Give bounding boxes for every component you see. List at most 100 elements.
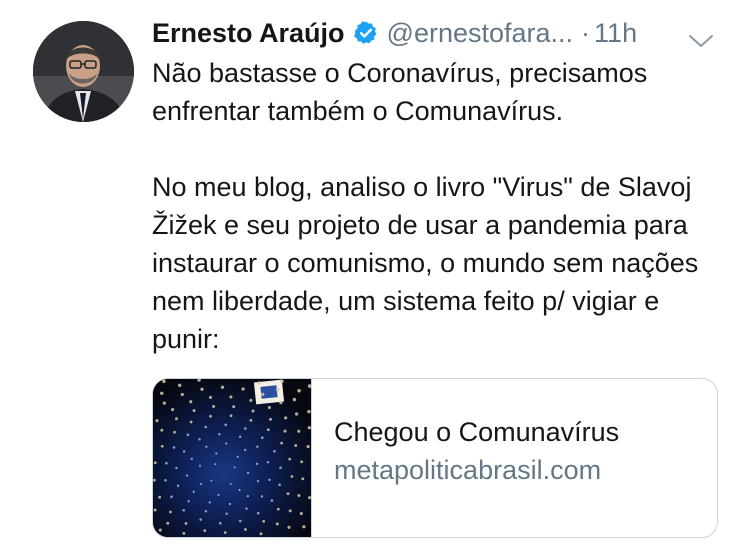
thumbnail-light-dot	[228, 502, 232, 506]
thumbnail-light-dot	[173, 430, 176, 434]
chevron-down-icon[interactable]	[688, 23, 714, 47]
thumbnail-light-dot	[182, 531, 186, 535]
thumbnail-light-dot	[223, 531, 227, 534]
thumbnail-light-dot	[256, 445, 259, 449]
thumbnail-light-dot	[306, 445, 310, 449]
thumbnail-light-dot	[259, 532, 263, 536]
thumbnail-light-dot	[275, 522, 279, 526]
thumbnail-light-dot	[225, 442, 228, 445]
link-card-domain: metapoliticabrasil.com	[334, 455, 602, 485]
thumbnail-light-dot	[294, 444, 298, 447]
thumbnail-light-dot	[229, 414, 233, 418]
thumbnail-light-dot	[224, 423, 228, 427]
tweet-paragraph: No meu blog, analiso o livro "Virus" de …	[152, 172, 699, 354]
thumbnail-light-dot	[184, 522, 188, 525]
thumbnail-light-dot	[177, 383, 182, 388]
thumbnail-light-dot	[225, 512, 228, 516]
thumbnail-light-dot	[241, 387, 245, 391]
thumbnail-light-dot	[275, 388, 280, 392]
thumbnail-light-dot	[155, 419, 159, 423]
thumbnail-light-dot	[198, 438, 201, 441]
thumbnail-light-dot	[261, 392, 265, 396]
thumbnail-light-dot	[246, 471, 250, 475]
thumbnail-light-dot	[185, 474, 189, 477]
link-card[interactable]: Chegou o Comunavírus metapoliticabrasil.…	[152, 378, 718, 538]
thumbnail-light-dot	[287, 525, 291, 529]
tweet-paragraph: Não bastasse o Coronavírus, precisamos e…	[152, 58, 648, 126]
thumbnail-light-dot	[244, 528, 247, 531]
thumbnail-light-dot	[160, 444, 164, 448]
thumbnail-light-dot	[266, 428, 270, 432]
thumbnail-light-dot	[153, 508, 157, 512]
thumbnail-light-dot	[266, 460, 270, 464]
thumbnail-light-dot	[169, 510, 172, 514]
thumbnail-light-dot	[158, 528, 162, 532]
tweet-text: Não bastasse o Coronavírus, precisamos e…	[152, 54, 732, 358]
thumbnail-light-dot	[300, 460, 304, 464]
separator-dot: ·	[581, 18, 591, 48]
thumbnail-light-dot	[208, 501, 211, 504]
thumbnail-light-dot	[210, 479, 213, 482]
thumbnail-light-dot	[299, 511, 303, 516]
thumbnail-light-dot	[232, 405, 236, 409]
avatar-image	[33, 21, 134, 122]
thumbnail-light-dot	[273, 449, 276, 453]
tweet-header: Ernesto Araújo @ernestofara... · 11h	[152, 14, 732, 52]
thumbnail-light-dot	[270, 499, 274, 502]
thumbnail-light-dot	[153, 478, 156, 482]
thumbnail-light-dot	[170, 495, 173, 499]
thumbnail-light-dot	[160, 391, 164, 396]
thumbnail-light-dot	[192, 490, 195, 493]
thumbnail-light-dot	[292, 397, 297, 402]
thumbnail-light-dot	[284, 416, 288, 420]
thumbnail-light-dot	[249, 398, 253, 402]
thumbnail-light-dot	[251, 409, 255, 413]
thumbnail-light-dot	[279, 400, 283, 405]
thumbnail-light-dot	[200, 387, 204, 391]
thumbnail-light-dot	[175, 417, 178, 421]
user-handle[interactable]: @ernestofara...	[387, 14, 574, 52]
thumbnail-light-dot	[165, 461, 168, 465]
thumbnail-light-dot	[236, 455, 239, 458]
thumbnail-light-dot	[189, 420, 193, 424]
thumbnail-light-dot	[203, 529, 207, 532]
avatar[interactable]	[33, 21, 134, 122]
thumbnail-light-dot	[279, 466, 282, 470]
thumbnail-light-dot	[192, 409, 196, 413]
link-card-title[interactable]: Chegou o Comunavírus	[334, 413, 705, 451]
thumbnail-light-dot	[245, 507, 248, 510]
thumbnail-light-dot	[283, 429, 287, 433]
thumbnail-light-dot	[297, 494, 301, 497]
thumbnail-light-dot	[297, 389, 301, 393]
thumbnail-light-dot	[294, 412, 299, 416]
thumbnail-light-dot	[238, 519, 242, 523]
thumbnail-light-dot	[220, 385, 225, 389]
thumbnail-light-dot	[288, 457, 292, 461]
link-card-thumbnail	[153, 379, 312, 537]
timestamp[interactable]: 11h	[594, 14, 637, 52]
thumbnail-light-dot	[199, 483, 203, 486]
thumbnail-light-dot	[218, 432, 221, 436]
thumbnail-light-dot	[217, 493, 220, 496]
thumbnail-light-dot	[164, 478, 167, 482]
link-card-body: Chegou o Comunavírus metapoliticabrasil.…	[334, 413, 705, 489]
thumbnail-light-dot	[171, 408, 175, 412]
thumbnail-light-dot	[212, 405, 216, 408]
thumbnail-light-dot	[280, 441, 283, 445]
thumbnail-light-dot	[208, 395, 213, 399]
thumbnail-light-dot	[307, 409, 311, 414]
thumbnail-light-dot	[290, 475, 294, 478]
thumbnail-light-dot	[187, 499, 190, 503]
thumbnail-light-dot	[199, 518, 203, 521]
thumbnail-light-dot	[204, 425, 208, 429]
thumbnail-light-dot	[218, 521, 222, 525]
thumbnail-light-dot	[238, 435, 242, 439]
thumbnail-light-dot	[280, 379, 284, 384]
thumbnail-light-dot	[246, 494, 250, 498]
thumbnail-light-dot	[160, 428, 164, 432]
thumbnail-light-dot	[162, 379, 166, 384]
thumbnail-light-dot	[301, 477, 305, 481]
display-name[interactable]: Ernesto Araújo	[152, 14, 345, 52]
thumbnail-light-dot	[257, 381, 261, 385]
thumbnail-light-dot	[158, 495, 161, 499]
